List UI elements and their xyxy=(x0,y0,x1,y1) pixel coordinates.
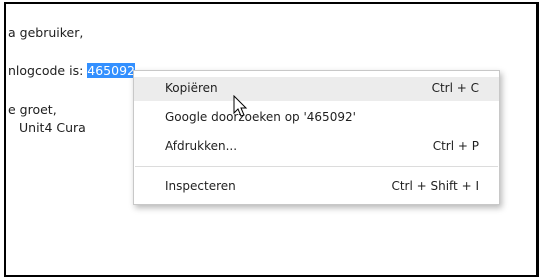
mouse-pointer-icon xyxy=(233,95,248,117)
menu-item-google-search[interactable]: Google doorzoeken op '465092' xyxy=(134,106,499,130)
menu-item-shortcut: Ctrl + P xyxy=(432,139,479,153)
menu-item-label: Kopiëren xyxy=(165,81,218,95)
menu-item-copy[interactable]: Kopiëren Ctrl + C xyxy=(134,77,499,101)
email-closing: e groet, xyxy=(8,102,57,117)
email-code-line: nlogcode is: 465092 xyxy=(8,63,135,78)
menu-item-label: Inspecteren xyxy=(165,179,236,193)
email-code-prefix: nlogcode is: xyxy=(8,63,88,78)
menu-separator xyxy=(135,166,498,167)
menu-item-label: Afdrukken... xyxy=(165,139,238,153)
menu-item-shortcut: Ctrl + C xyxy=(431,81,479,95)
menu-item-label: Google doorzoeken op '465092' xyxy=(165,110,356,124)
menu-item-print[interactable]: Afdrukken... Ctrl + P xyxy=(134,135,499,159)
context-menu: Kopiëren Ctrl + C Google doorzoeken op '… xyxy=(133,70,500,205)
selected-login-code[interactable]: 465092 xyxy=(87,63,135,78)
email-greeting: a gebruiker, xyxy=(8,25,84,40)
menu-item-shortcut: Ctrl + Shift + I xyxy=(391,179,479,193)
email-signature: Unit4 Cura xyxy=(19,120,86,135)
menu-item-inspect[interactable]: Inspecteren Ctrl + Shift + I xyxy=(134,175,499,199)
